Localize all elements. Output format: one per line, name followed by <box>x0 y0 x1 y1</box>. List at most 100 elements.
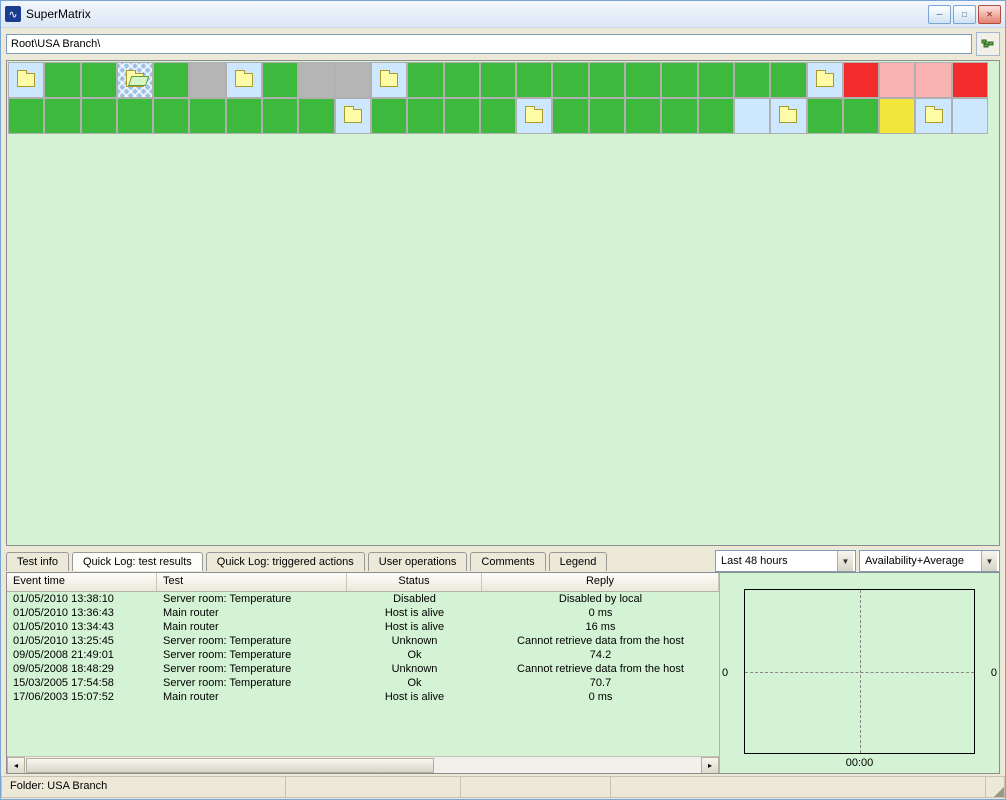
grid-cell[interactable] <box>843 62 879 98</box>
maximize-button[interactable]: ☐ <box>953 5 976 24</box>
grid-cell[interactable] <box>589 62 625 98</box>
grid-cell[interactable] <box>843 98 879 134</box>
grid-cell[interactable] <box>189 98 225 134</box>
grid-cell[interactable] <box>298 98 334 134</box>
log-row[interactable]: 01/05/2010 13:36:43Main routerHost is al… <box>7 606 719 620</box>
grid-cell[interactable] <box>444 98 480 134</box>
grid-cell[interactable] <box>153 98 189 134</box>
grid-cell[interactable] <box>698 98 734 134</box>
grid-cell[interactable] <box>44 62 80 98</box>
col-status[interactable]: Status <box>347 573 482 591</box>
scroll-left-button[interactable]: ◂ <box>7 757 25 774</box>
log-cell: Disabled <box>347 592 482 606</box>
matrix-grid[interactable] <box>6 60 1000 546</box>
grid-cell[interactable] <box>298 62 334 98</box>
col-event-time[interactable]: Event time <box>7 573 157 591</box>
grid-cell[interactable] <box>879 62 915 98</box>
tab-user-ops[interactable]: User operations <box>368 552 468 571</box>
grid-cell[interactable] <box>480 62 516 98</box>
log-row[interactable]: 01/05/2010 13:38:10Server room: Temperat… <box>7 592 719 606</box>
folder-icon <box>380 73 398 87</box>
grid-cell[interactable] <box>952 98 988 134</box>
grid-row <box>8 98 998 134</box>
grid-cell[interactable] <box>335 62 371 98</box>
grid-cell[interactable] <box>8 98 44 134</box>
grid-cell[interactable] <box>407 98 443 134</box>
grid-cell[interactable] <box>915 98 951 134</box>
log-header: Event time Test Status Reply <box>7 573 719 592</box>
grid-cell[interactable] <box>516 62 552 98</box>
grid-cell[interactable] <box>661 62 697 98</box>
grid-cell[interactable] <box>81 62 117 98</box>
mini-chart: 0 0 00:00 <box>719 573 999 773</box>
grid-cell[interactable] <box>189 62 225 98</box>
grid-cell[interactable] <box>8 62 44 98</box>
grid-cell[interactable] <box>770 98 806 134</box>
grid-cell[interactable] <box>407 62 443 98</box>
log-cell: Server room: Temperature <box>157 648 347 662</box>
grid-cell[interactable] <box>153 62 189 98</box>
log-cell: Cannot retrieve data from the host <box>482 634 719 648</box>
grid-cell[interactable] <box>698 62 734 98</box>
path-input[interactable] <box>6 34 972 54</box>
tab-test-info[interactable]: Test info <box>6 552 69 571</box>
grid-cell[interactable] <box>371 98 407 134</box>
grid-cell[interactable] <box>734 98 770 134</box>
chart-plot-area[interactable] <box>744 589 975 754</box>
minimize-button[interactable]: ― <box>928 5 951 24</box>
grid-cell[interactable] <box>625 62 661 98</box>
grid-cell[interactable] <box>444 62 480 98</box>
statusbar: Folder: USA Branch <box>1 776 1005 798</box>
col-reply[interactable]: Reply <box>482 573 719 591</box>
path-browse-button[interactable] <box>976 32 1000 56</box>
scroll-thumb[interactable] <box>26 758 434 773</box>
grid-cell[interactable] <box>661 98 697 134</box>
grid-cell[interactable] <box>226 62 262 98</box>
scroll-track[interactable] <box>25 758 701 773</box>
grid-cell[interactable] <box>952 62 988 98</box>
grid-cell[interactable] <box>770 62 806 98</box>
log-row[interactable]: 17/06/2003 15:07:52Main routerHost is al… <box>7 690 719 704</box>
grid-cell[interactable] <box>226 98 262 134</box>
log-row[interactable]: 01/05/2010 13:34:43Main routerHost is al… <box>7 620 719 634</box>
grid-cell[interactable] <box>625 98 661 134</box>
log-row[interactable]: 01/05/2010 13:25:45Server room: Temperat… <box>7 634 719 648</box>
tab-quick-log-actions[interactable]: Quick Log: triggered actions <box>206 552 365 571</box>
col-test[interactable]: Test <box>157 573 347 591</box>
grid-cell[interactable] <box>480 98 516 134</box>
tab-comments[interactable]: Comments <box>470 552 545 571</box>
metric-select[interactable]: Availability+Average ▼ <box>859 550 1000 572</box>
grid-cell[interactable] <box>589 98 625 134</box>
log-row[interactable]: 09/05/2008 21:49:01Server room: Temperat… <box>7 648 719 662</box>
log-cell: Host is alive <box>347 690 482 704</box>
scroll-right-button[interactable]: ▸ <box>701 757 719 774</box>
time-range-select[interactable]: Last 48 hours ▼ <box>715 550 856 572</box>
grid-cell[interactable] <box>117 62 153 98</box>
grid-cell[interactable] <box>117 98 153 134</box>
resize-grip[interactable] <box>986 776 1005 798</box>
log-row[interactable]: 09/05/2008 18:48:29Server room: Temperat… <box>7 662 719 676</box>
grid-cell[interactable] <box>552 98 588 134</box>
grid-cell[interactable] <box>807 62 843 98</box>
folder-icon <box>525 109 543 123</box>
grid-cell[interactable] <box>44 98 80 134</box>
grid-cell[interactable] <box>879 98 915 134</box>
folder-open-icon <box>126 73 144 87</box>
grid-cell[interactable] <box>734 62 770 98</box>
grid-cell[interactable] <box>371 62 407 98</box>
log-cell: Ok <box>347 676 482 690</box>
log-row[interactable]: 15/03/2005 17:54:58Server room: Temperat… <box>7 676 719 690</box>
grid-cell[interactable] <box>262 62 298 98</box>
grid-cell[interactable] <box>335 98 371 134</box>
tab-quick-log-results[interactable]: Quick Log: test results <box>72 552 203 571</box>
close-button[interactable]: ✕ <box>978 5 1001 24</box>
grid-cell[interactable] <box>807 98 843 134</box>
grid-cell[interactable] <box>552 62 588 98</box>
grid-cell[interactable] <box>262 98 298 134</box>
tab-legend[interactable]: Legend <box>549 552 608 571</box>
grid-cell[interactable] <box>915 62 951 98</box>
horizontal-scrollbar[interactable]: ◂ ▸ <box>7 756 719 773</box>
grid-cell[interactable] <box>516 98 552 134</box>
grid-cell[interactable] <box>81 98 117 134</box>
log-cell: 09/05/2008 21:49:01 <box>7 648 157 662</box>
